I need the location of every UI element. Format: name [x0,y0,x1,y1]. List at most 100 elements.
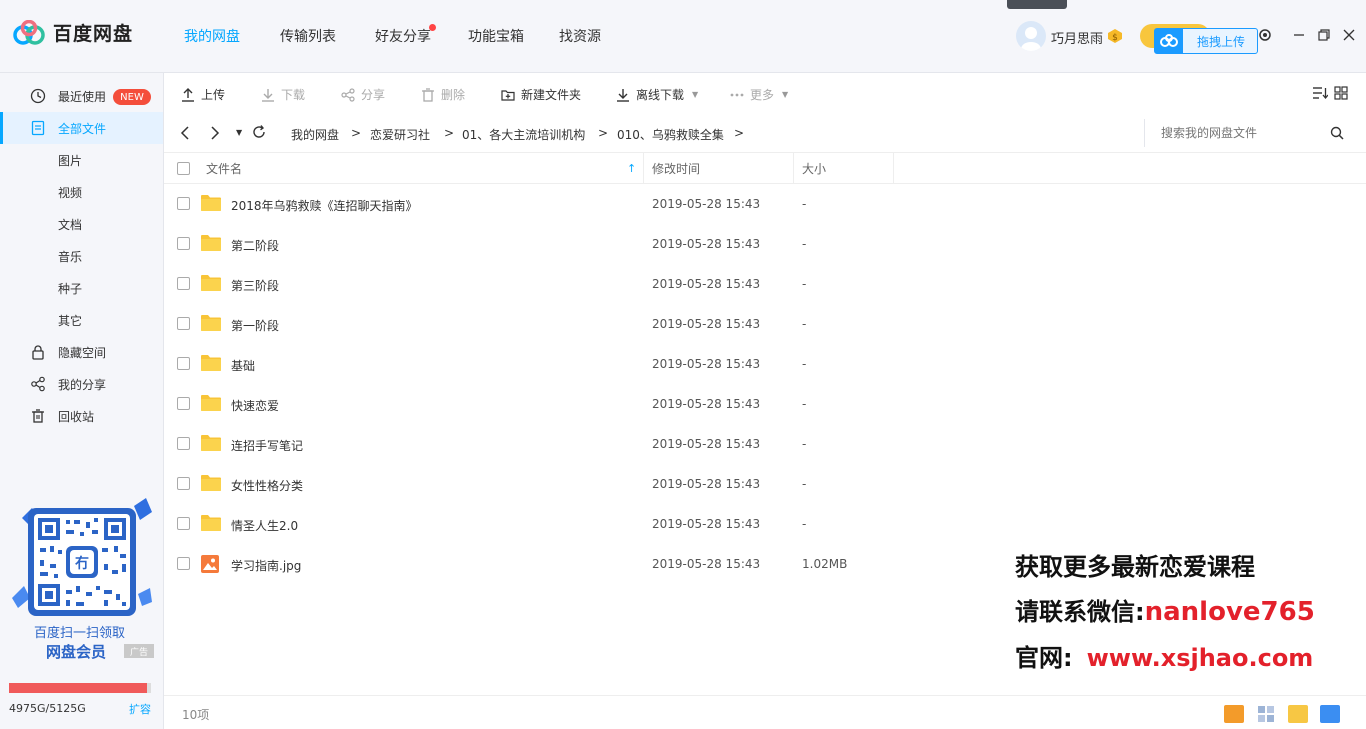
breadcrumb-item[interactable]: 01、各大主流培训机构 [462,126,585,143]
back-icon[interactable] [180,126,190,143]
row-checkbox[interactable] [177,197,190,210]
window-grip[interactable] [1007,0,1067,9]
row-checkbox[interactable] [177,397,190,410]
sidebar-item-music[interactable]: 音乐 [0,240,163,272]
forward-icon[interactable] [210,126,220,143]
file-name[interactable]: 学习指南.jpg [231,557,301,574]
table-row[interactable]: 女性性格分类 2019-05-28 15:43 - [164,464,1366,504]
lock-icon[interactable] [1320,705,1340,723]
watermark-line-2: 请联系微信:nanlove765 [1015,592,1315,627]
sidebar-item-hidden-space[interactable]: 隐藏空间 [0,336,163,368]
watermark-line-1: 获取更多最新恋爱课程 [1015,553,1255,581]
file-name[interactable]: 第三阶段 [231,277,279,294]
apps-grid-icon[interactable] [1256,705,1276,723]
column-header-name[interactable]: 文件名 [206,153,242,184]
folder-icon [200,434,222,455]
file-name[interactable]: 女性性格分类 [231,477,303,494]
minimize-icon[interactable] [1291,27,1307,43]
file-name[interactable]: 连招手写笔记 [231,437,303,454]
tab-find-resources[interactable]: 找资源 [559,26,601,46]
tab-toolbox[interactable]: 功能宝箱 [468,26,524,46]
refresh-icon[interactable] [252,125,266,142]
storage-quota-bar [9,683,151,693]
breadcrumb-item[interactable]: 我的网盘 [291,126,339,143]
sort-icon[interactable] [1312,86,1329,103]
expand-storage-link[interactable]: 扩容 [129,701,151,717]
file-name[interactable]: 2018年乌鸦救赎《连招聊天指南》 [231,197,418,214]
sidebar-item-docs[interactable]: 文档 [0,208,163,240]
sidebar-item-torrents[interactable]: 种子 [0,272,163,304]
search-input[interactable] [1144,119,1354,147]
file-name[interactable]: 第一阶段 [231,317,279,334]
drag-upload-button[interactable]: 拖拽上传 [1154,28,1258,54]
medal-icon[interactable] [1224,705,1244,723]
trash-icon [422,87,434,102]
close-icon[interactable] [1341,27,1357,43]
row-checkbox[interactable] [177,277,190,290]
search-icon[interactable] [1330,126,1344,143]
share-button[interactable]: 分享 [341,86,385,103]
upload-icon [182,87,194,102]
file-name[interactable]: 快速恋爱 [231,397,279,414]
file-name[interactable]: 情圣人生2.0 [231,517,298,534]
sidebar-item-images[interactable]: 图片 [0,144,163,176]
history-dropdown-icon[interactable]: ▼ [236,128,242,137]
sidebar-item-recycle-bin[interactable]: 回收站 [0,400,163,432]
sidebar-item-all-files[interactable]: 全部文件 [0,112,163,144]
sidebar-item-my-shares[interactable]: 我的分享 [0,368,163,400]
column-header-size[interactable]: 大小 [802,153,826,184]
table-row[interactable]: 连招手写笔记 2019-05-28 15:43 - [164,424,1366,464]
folder-icon [200,394,222,415]
restore-icon[interactable] [1316,27,1332,43]
table-row[interactable]: 基础 2019-05-28 15:43 - [164,344,1366,384]
breadcrumb: ▼ 我的网盘 > 恋爱研习社 > 01、各大主流培训机构 > 010、乌鸦救赎全… [164,113,1366,153]
file-name[interactable]: 第二阶段 [231,237,279,254]
sidebar-item-videos[interactable]: 视频 [0,176,163,208]
grid-view-icon[interactable] [1334,86,1348,103]
table-row[interactable]: 第二阶段 2019-05-28 15:43 - [164,224,1366,264]
promo-banner[interactable]: 冇 百度扫一扫领取 网盘会员 广告 [10,498,156,664]
notification-dot [429,24,436,31]
column-divider[interactable] [793,153,794,184]
table-row[interactable]: 2018年乌鸦救赎《连招聊天指南》 2019-05-28 15:43 - [164,184,1366,224]
breadcrumb-item[interactable]: 010、乌鸦救赎全集 [617,126,724,143]
download-button[interactable]: 下载 [261,86,305,103]
delete-button[interactable]: 删除 [421,86,465,103]
tab-transfer-list[interactable]: 传输列表 [280,26,336,46]
more-button[interactable]: 更多 ▼ [730,86,788,103]
sidebar-item-label: 其它 [58,313,83,328]
row-checkbox[interactable] [177,317,190,330]
select-all-checkbox[interactable] [177,162,190,175]
row-checkbox[interactable] [177,237,190,250]
avatar[interactable] [1016,21,1046,51]
upload-tray-icon[interactable] [1288,705,1308,723]
file-size: - [802,477,807,491]
column-divider[interactable] [643,153,644,184]
username[interactable]: 巧月思雨 [1051,28,1103,47]
offline-download-button[interactable]: 离线下载 ▼ [616,86,698,103]
file-size: - [802,517,807,531]
row-checkbox[interactable] [177,557,190,570]
vip-coin-icon[interactable]: $ [1106,28,1124,44]
row-checkbox[interactable] [177,517,190,530]
sort-ascending-icon[interactable]: ↑ [627,162,636,175]
row-checkbox[interactable] [177,357,190,370]
upload-button[interactable]: 上传 [181,86,225,103]
column-header-modified[interactable]: 修改时间 [652,153,700,184]
table-row[interactable]: 第一阶段 2019-05-28 15:43 - [164,304,1366,344]
table-row[interactable]: 第三阶段 2019-05-28 15:43 - [164,264,1366,304]
settings-icon[interactable] [1257,27,1273,43]
table-row[interactable]: 快速恋爱 2019-05-28 15:43 - [164,384,1366,424]
folder-icon [200,194,222,215]
tab-my-netdisk[interactable]: 我的网盘 [184,26,240,46]
sidebar-item-other[interactable]: 其它 [0,304,163,336]
breadcrumb-item[interactable]: 恋爱研习社 [370,126,430,143]
new-folder-button[interactable]: 新建文件夹 [501,86,581,103]
row-checkbox[interactable] [177,437,190,450]
file-name[interactable]: 基础 [231,357,255,374]
column-divider[interactable] [893,153,894,184]
tab-friend-share[interactable]: 好友分享 [375,26,431,46]
file-size: - [802,237,807,251]
table-row[interactable]: 情圣人生2.0 2019-05-28 15:43 - [164,504,1366,544]
row-checkbox[interactable] [177,477,190,490]
